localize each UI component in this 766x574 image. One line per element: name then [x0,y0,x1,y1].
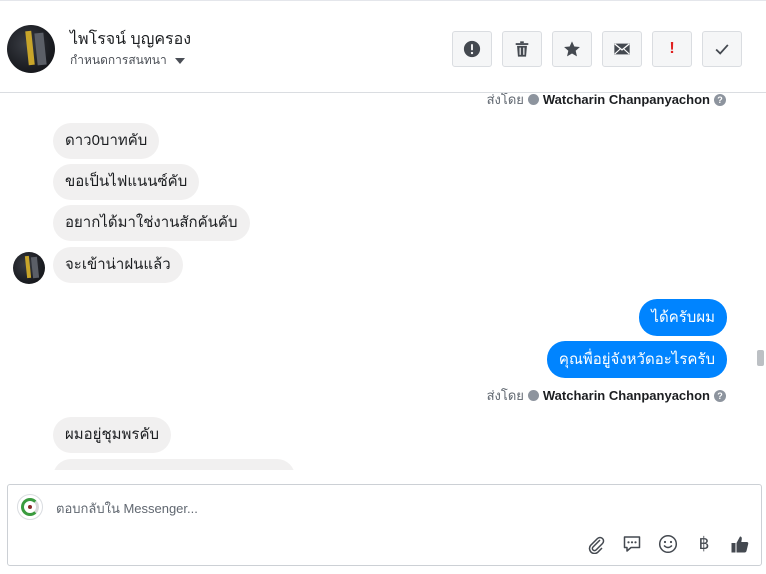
message-incoming-partial[interactable] [53,459,295,470]
conversation-settings-dropdown[interactable]: กำหนดการสนทนา [70,51,185,70]
message-incoming[interactable]: ดาว0บาทคับ [53,123,160,159]
message-outgoing[interactable]: คุณพื่อยู่จังหวัดอะไรครับ [546,341,727,378]
mark-unread-button[interactable] [602,31,642,67]
contact-avatar[interactable] [7,25,55,73]
checkmark-icon [715,44,729,55]
reply-composer: ฿ [7,484,762,566]
sent-by-label: ส่งโดย [486,388,524,403]
message-incoming[interactable]: ผมอยู่ชุมพรคับ [53,417,172,453]
chevron-down-icon [174,57,185,64]
envelope-icon [614,43,630,55]
spam-button[interactable]: ! [652,31,692,67]
saved-replies-button[interactable] [621,533,643,555]
like-button[interactable] [729,533,751,555]
conversation-settings-label: กำหนดการสนทนา [70,53,167,67]
report-button[interactable] [452,31,492,67]
sent-by-line: ส่งโดย Watcharin Chanpanyachon ? [487,93,726,110]
paperclip-icon [588,536,605,554]
message-incoming[interactable]: จะเข้าน่าฝนแล้ว [53,247,183,283]
star-icon [564,41,580,57]
sender-name: Watcharin Chanpanyachon [542,93,710,107]
message-thread: ส่งโดย Watcharin Chanpanyachon ? ดาว0บาท… [0,93,766,470]
contact-avatar-small[interactable] [13,252,45,284]
verified-icon [527,94,539,105]
attach-button[interactable] [585,533,607,555]
delete-button[interactable] [502,31,542,67]
page-avatar [17,494,43,520]
composer-tools: ฿ [585,533,751,555]
messenger-conversation: ไพโรจน์ บุญครอง กำหนดการสนทนา ! ส่งโดย W… [0,0,766,574]
emoji-icon [658,534,678,554]
done-button[interactable] [702,31,742,67]
message-outgoing[interactable]: ได้ครับผม [639,299,727,336]
exclamation-mark-icon: ! [669,40,675,57]
message-incoming[interactable]: อยากได้มาใช่งานสักคันคับ [53,205,250,241]
message-incoming[interactable]: ขอเป็นไฟแนนซ์คับ [53,164,200,200]
sent-by-line: ส่งโดย Watcharin Chanpanyachon ? [487,385,726,406]
sender-name: Watcharin Chanpanyachon [542,388,710,403]
scrollbar-thumb[interactable] [757,350,764,366]
exclamation-circle-icon [463,40,481,58]
help-icon[interactable]: ? [714,389,726,402]
star-button[interactable] [552,31,592,67]
payment-button[interactable]: ฿ [693,533,715,555]
like-icon [731,536,749,553]
saved-replies-icon [623,536,641,552]
help-icon[interactable]: ? [714,93,726,106]
emoji-button[interactable] [657,533,679,555]
conversation-header: ไพโรจน์ บุญครอง กำหนดการสนทนา ! [0,0,766,93]
reply-input[interactable] [56,497,696,519]
payment-icon: ฿ [698,534,710,554]
verified-icon [527,390,539,401]
sent-by-label: ส่งโดย [486,93,524,107]
trash-icon [515,41,529,57]
contact-name[interactable]: ไพโรจน์ บุญครอง [70,27,191,52]
conversation-actions: ! [452,31,742,67]
thread-scrollbar[interactable] [757,93,764,470]
